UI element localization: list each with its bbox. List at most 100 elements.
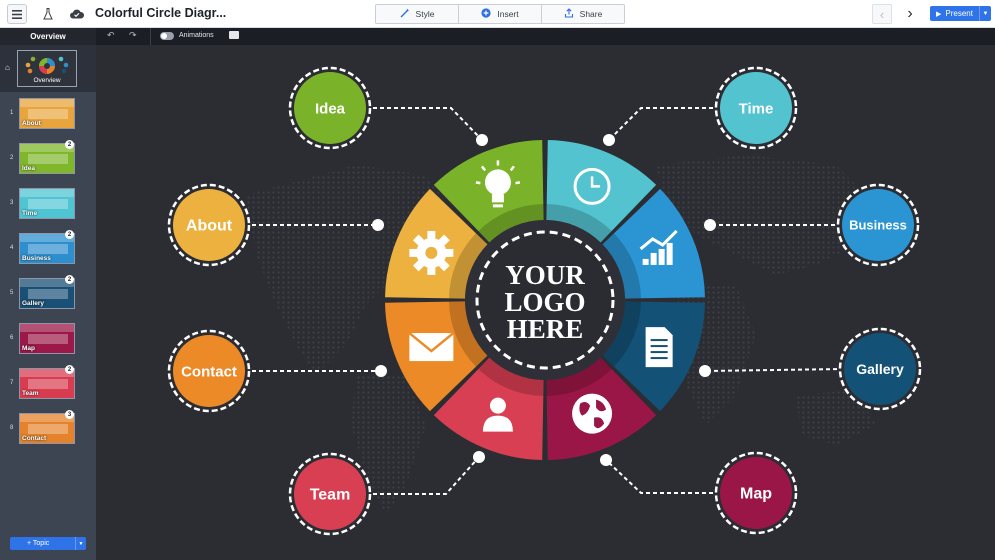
subtopic-count-badge: 2 [65,230,74,239]
topic-node-label: Team [310,487,351,504]
overview-thumbnail-label: Overview [33,77,61,84]
style-label: Style [415,9,435,19]
slide-row[interactable]: 3 Time [0,182,96,227]
thumbnail-content [28,244,68,254]
home-icon[interactable]: ⌂ [5,63,10,72]
slide-number: 8 [10,425,14,431]
undo-icon[interactable]: ↶ [107,30,115,41]
slides-sidebar: ⌂ Overview 1 About 2 Idea 2 3 Time 4 Business 2 5 G… [0,45,96,560]
slide-row[interactable]: 5 Gallery 2 [0,272,96,317]
overview-mini-diagram-icon [25,56,69,74]
connector-line [605,459,720,494]
center-logo: YOUR LOGO HERE [465,220,625,380]
slide-label: Idea [22,165,36,172]
slide-number: 1 [10,110,14,116]
envelope-icon [408,332,455,362]
hamburger-menu-icon[interactable] [7,4,27,24]
overview-row[interactable]: ⌂ Overview [0,45,96,92]
topic-node[interactable]: Gallery [838,327,922,411]
connector-dot [372,219,384,231]
share-label: Share [579,9,603,19]
document-icon [645,327,673,368]
slide-thumbnail[interactable]: Time [19,188,75,219]
topic-node-label: Gallery [856,361,904,377]
sub-toolbar: Overview ↶ ↷ Animations [0,28,995,45]
play-icon: ▶ [936,10,942,18]
connector-dot [704,219,716,231]
topic-node[interactable]: Idea [288,66,372,150]
slide-label: About [22,120,41,127]
top-toolbar: Colorful Circle Diagr... Style Insert Sh… [0,0,995,28]
subtopic-count-badge: 2 [65,275,74,284]
thumbnail-content [28,379,68,389]
redo-icon[interactable]: ↷ [129,30,137,41]
topic-node-label: Contact [181,363,237,380]
divider [150,28,151,45]
subtopic-count-badge: 2 [65,140,74,149]
insert-label: Insert [497,9,519,19]
animations-label: Animations [179,32,214,39]
thumbnail-header [20,324,74,332]
logo-line-3: HERE [507,314,584,344]
slide-number: 5 [10,290,14,296]
slide-label: Time [22,210,38,217]
slide-row[interactable]: 4 Business 2 [0,227,96,272]
slide-number: 3 [10,200,14,206]
present-button[interactable]: ▶ Present ▼ [930,6,991,21]
topic-node-label: About [186,218,233,235]
slide-row[interactable]: 8 Contact 3 [0,407,96,452]
logo-line-2: LOGO [504,287,585,317]
slide-number: 7 [10,380,14,386]
slide-label: Business [22,255,51,262]
gear-icon [409,230,454,275]
share-button[interactable]: Share [542,5,624,23]
chevron-down-icon[interactable]: ▼ [979,6,991,21]
slide-thumbnail[interactable]: About [19,98,75,129]
connector-line [366,107,483,141]
subtopic-count-badge: 3 [65,410,74,419]
topic-node-label: Map [740,486,772,503]
connector-dot [476,134,488,146]
thumbnail-content [28,424,68,434]
thumbnail-content [28,199,68,209]
slide-row[interactable]: 7 Team 2 [0,362,96,407]
globe-icon [572,393,613,434]
slide-number: 2 [10,155,14,161]
slide-row[interactable]: 6 Map [0,317,96,362]
cloud-saved-icon[interactable] [66,4,86,24]
connector-dot [603,134,615,146]
slide-canvas[interactable]: YOUR LOGO HERE Idea Time About Business Cont… [96,45,995,560]
slide-row[interactable]: 2 Idea 2 [0,137,96,182]
overview-tab[interactable]: Overview [0,28,96,45]
animations-toggle[interactable] [160,32,174,40]
tool-button-group: Style Insert Share [375,4,625,24]
slide-row[interactable]: 1 About [0,92,96,137]
topic-node-label: Business [849,218,907,233]
overview-thumbnail[interactable]: Overview [17,50,77,87]
topic-node-label: Time [739,100,774,117]
slide-number: 6 [10,335,14,341]
slide-label: Team [22,390,39,397]
topic-node[interactable]: Time [714,66,798,150]
slide-number: 4 [10,245,14,251]
thumbnail-content [28,334,68,344]
comment-icon[interactable] [229,31,239,39]
topic-node[interactable]: Contact [167,329,251,413]
thumbnail-header [20,99,74,107]
topic-node[interactable]: Business [836,183,920,267]
topic-node[interactable]: Team [288,452,372,536]
topic-node[interactable]: Map [714,451,798,535]
next-arrow-icon[interactable]: › [900,4,920,24]
topic-node[interactable]: About [167,183,251,267]
thumbnail-header [20,189,74,197]
add-topic-label: + Topic [27,540,50,547]
slide-thumbnail[interactable]: Map [19,323,75,354]
add-topic-button[interactable]: + Topic ▼ [10,537,86,550]
flask-icon[interactable] [38,4,58,24]
style-button[interactable]: Style [376,5,459,23]
chevron-down-icon[interactable]: ▼ [75,537,86,550]
insert-button[interactable]: Insert [459,5,542,23]
document-title[interactable]: Colorful Circle Diagr... [95,6,226,20]
previous-arrow-icon[interactable]: ‹ [872,4,892,24]
plus-circle-icon [481,7,491,21]
